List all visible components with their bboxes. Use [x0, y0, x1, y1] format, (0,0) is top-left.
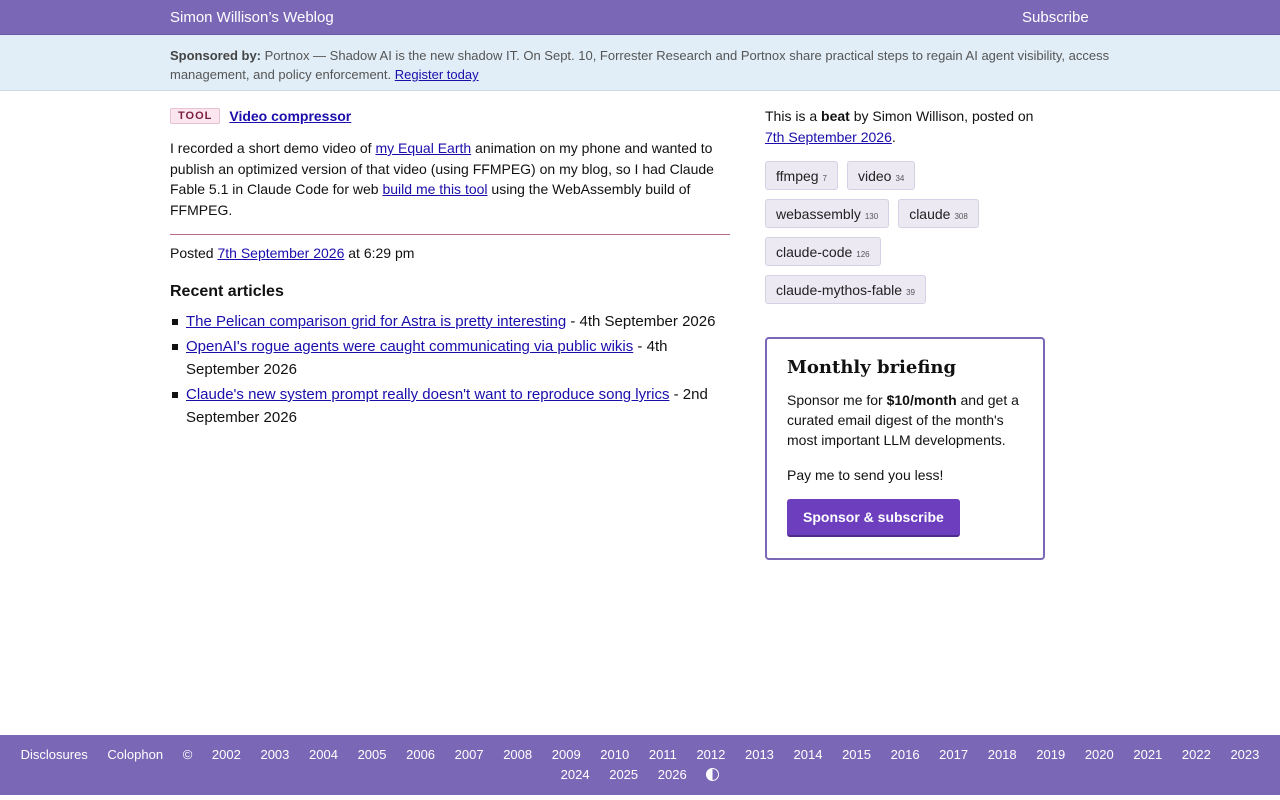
sponsor-text: Sponsored by: Portnox — Shadow AI is the…: [170, 46, 1120, 84]
year-link[interactable]: 2026: [658, 767, 687, 782]
footer-row-1: Disclosures Colophon © 2002 2003 2004 20…: [0, 747, 1280, 762]
beat-text-1: This is a: [765, 108, 822, 124]
year-link[interactable]: 2022: [1182, 747, 1211, 762]
list-item: The Pelican comparison grid for Astra is…: [170, 310, 730, 333]
year-link[interactable]: 2008: [503, 747, 532, 762]
site-footer: Disclosures Colophon © 2002 2003 2004 20…: [0, 735, 1280, 795]
year-link[interactable]: 2011: [649, 747, 677, 762]
briefing-price: $10/month: [886, 392, 957, 408]
tag-count: 130: [864, 212, 879, 221]
build-tool-link[interactable]: build me this tool: [382, 181, 487, 197]
bullet-icon: [172, 319, 178, 325]
year-link[interactable]: 2017: [939, 747, 968, 762]
posted-prefix: Posted: [170, 245, 218, 261]
beat-date-link[interactable]: 7th September 2026: [765, 129, 892, 145]
year-link[interactable]: 2021: [1133, 747, 1162, 762]
tag-name: claude-mythos-fable: [776, 282, 903, 298]
posted-line: Posted 7th September 2026 at 6:29 pm: [170, 245, 730, 261]
post-text-1: I recorded a short demo video of: [170, 140, 376, 156]
recent-article-link[interactable]: OpenAI's rogue agents were caught commun…: [186, 338, 633, 355]
tag-count: 34: [895, 174, 905, 183]
year-link[interactable]: 2005: [358, 747, 387, 762]
tag-name: claude: [909, 206, 951, 222]
year-link[interactable]: 2019: [1036, 747, 1065, 762]
year-link[interactable]: 2013: [745, 747, 774, 762]
recent-articles-list: The Pelican comparison grid for Astra is…: [170, 310, 730, 429]
tag-name: claude-code: [776, 244, 853, 260]
bullet-icon: [172, 344, 178, 350]
tool-badge: TOOL: [170, 108, 221, 124]
sponsor-label: Sponsored by:: [170, 48, 262, 63]
sponsor-subscribe-button[interactable]: Sponsor & subscribe: [787, 499, 960, 537]
year-link[interactable]: 2015: [842, 747, 871, 762]
year-link[interactable]: 2020: [1085, 747, 1114, 762]
tag-claude-code[interactable]: claude-code 126: [765, 237, 881, 266]
equal-earth-link[interactable]: my Equal Earth: [375, 140, 471, 156]
year-link[interactable]: 2016: [891, 747, 920, 762]
tag-name: video: [858, 168, 892, 184]
beat-end: .: [891, 129, 896, 145]
briefing-title: Monthly briefing: [787, 357, 957, 378]
beat-text-2: by Simon Willison, posted on: [849, 108, 1034, 124]
recent-article-link[interactable]: Claude's new system prompt really doesn'…: [186, 386, 669, 403]
year-link[interactable]: 2004: [309, 747, 338, 762]
site-header: Simon Willison’s Weblog Subscribe: [0, 0, 1280, 35]
year-link[interactable]: 2007: [455, 747, 484, 762]
beat-info: This is a beat by Simon Willison, posted…: [765, 106, 1050, 148]
divider: [170, 234, 730, 235]
subscribe-link[interactable]: Subscribe: [1022, 9, 1089, 26]
bullet-icon: [172, 392, 178, 398]
year-link[interactable]: 2014: [794, 747, 823, 762]
list-item: Claude's new system prompt really doesn'…: [170, 383, 730, 429]
tag-claude-mythos-fable[interactable]: claude-mythos-fable 39: [765, 275, 926, 304]
monthly-briefing-box: Monthly briefing Sponsor me for $10/mont…: [765, 337, 1045, 560]
tag-list: ffmpeg 7 video 34 webassembly 130 claude 308…: [765, 161, 1045, 313]
colophon-link[interactable]: Colophon: [107, 747, 163, 762]
year-link[interactable]: 2003: [260, 747, 289, 762]
main-content: TOOL Video compressor I recorded a short…: [170, 106, 730, 431]
sponsor-banner: Sponsored by: Portnox — Shadow AI is the…: [0, 35, 1280, 91]
disclosures-link[interactable]: Disclosures: [21, 747, 88, 762]
list-item: OpenAI's rogue agents were caught commun…: [170, 335, 730, 381]
posted-time: at 6:29 pm: [344, 245, 415, 261]
briefing-pay: Pay me to send you less!: [787, 467, 944, 483]
contrast-toggle-icon[interactable]: [706, 768, 720, 781]
footer-row-2: 2024 2025 2026: [0, 767, 1280, 782]
year-link[interactable]: 2023: [1230, 747, 1259, 762]
register-link[interactable]: Register today: [395, 67, 479, 82]
tag-name: webassembly: [776, 206, 861, 222]
recent-article-date: - 4th September 2026: [566, 313, 716, 330]
tag-count: 39: [906, 288, 915, 297]
year-link[interactable]: 2009: [552, 747, 581, 762]
year-link[interactable]: 2002: [212, 747, 241, 762]
year-link[interactable]: 2010: [600, 747, 629, 762]
briefing-text: Sponsor me for $10/month and get a curat…: [787, 390, 1023, 450]
recent-article-link[interactable]: The Pelican comparison grid for Astra is…: [186, 313, 566, 330]
post-title-link[interactable]: Video compressor: [229, 108, 351, 124]
sponsor-message: Portnox — Shadow AI is the new shadow IT…: [170, 48, 1110, 82]
tag-video[interactable]: video 34: [847, 161, 916, 190]
tag-name: ffmpeg: [776, 168, 819, 184]
tag-count: 308: [954, 212, 968, 221]
site-title[interactable]: Simon Willison’s Weblog: [170, 9, 334, 26]
tag-ffmpeg[interactable]: ffmpeg 7: [765, 161, 838, 190]
beat-bold: beat: [821, 108, 850, 124]
tag-count: 126: [856, 250, 870, 259]
copyright-symbol: ©: [182, 747, 193, 762]
sidebar: This is a beat by Simon Willison, posted…: [765, 106, 1050, 560]
year-link[interactable]: 2006: [406, 747, 435, 762]
briefing-text-1: Sponsor me for: [787, 392, 887, 408]
recent-articles-heading: Recent articles: [170, 283, 284, 300]
tag-count: 7: [822, 174, 827, 183]
tag-webassembly[interactable]: webassembly 130: [765, 199, 890, 228]
tag-claude[interactable]: claude 308: [898, 199, 979, 228]
post-header: TOOL Video compressor: [170, 106, 730, 126]
year-link[interactable]: 2025: [609, 767, 638, 782]
post-body: I recorded a short demo video of my Equa…: [170, 138, 730, 220]
year-link[interactable]: 2024: [561, 767, 590, 782]
posted-date-link[interactable]: 7th September 2026: [217, 245, 344, 261]
year-link[interactable]: 2012: [696, 747, 725, 762]
year-link[interactable]: 2018: [988, 747, 1017, 762]
